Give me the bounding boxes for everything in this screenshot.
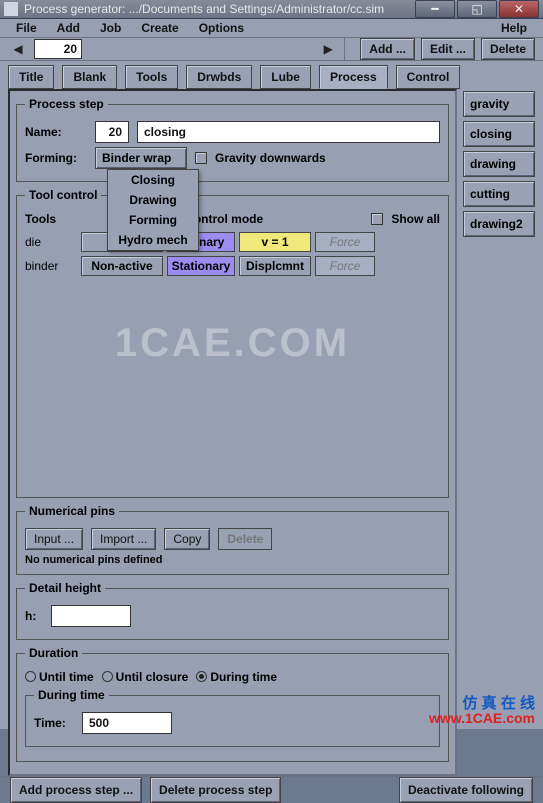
brand-overlay: 仿 真 在 线 www.1CAE.com (429, 697, 535, 725)
menu-help[interactable]: Help (491, 19, 537, 37)
pins-delete-button[interactable]: Delete (218, 528, 272, 550)
tab-process[interactable]: Process (319, 65, 388, 89)
add-process-step-button[interactable]: Add process step ... (10, 777, 142, 803)
h-label: h: (25, 609, 43, 623)
delete-step-button[interactable]: Delete (481, 38, 535, 60)
menu-job[interactable]: Job (90, 19, 131, 37)
menu-options[interactable]: Options (189, 19, 254, 37)
menu-add[interactable]: Add (47, 19, 90, 37)
tab-tools[interactable]: Tools (125, 65, 178, 89)
binder-col4[interactable]: Force (315, 256, 375, 276)
time-label: Time: (34, 716, 74, 730)
process-step-group: Process step Name: 20 closing Forming: B… (16, 97, 449, 182)
forming-label: Forming: (25, 151, 87, 165)
brand-cn: 仿 真 在 线 (429, 697, 535, 711)
radio-during-time[interactable]: During time (196, 670, 277, 684)
step-cutting[interactable]: cutting (463, 181, 535, 207)
brand-url: www.1CAE.com (429, 711, 535, 725)
duration-legend: Duration (25, 646, 82, 660)
minimize-button[interactable]: ━ (415, 0, 455, 18)
tool-control-group: Tool control Tools Control mode Show all… (16, 188, 449, 498)
numerical-pins-legend: Numerical pins (25, 504, 119, 518)
next-step-button[interactable]: ▶ (318, 39, 338, 59)
pins-import-button[interactable]: Import ... (91, 528, 156, 550)
during-time-legend: During time (34, 688, 109, 702)
tab-blank[interactable]: Blank (62, 65, 117, 89)
tool-control-legend: Tool control (25, 188, 101, 202)
tab-title[interactable]: Title (8, 65, 54, 89)
footer: Add process step ... Delete process step… (0, 776, 543, 803)
tab-control[interactable]: Control (396, 65, 461, 89)
tools-header: Tools (25, 212, 77, 226)
forming-option-drawing[interactable]: Drawing (108, 190, 198, 210)
during-time-subgroup: During time Time: 500 (25, 688, 440, 747)
maximize-button[interactable]: ◱ (457, 0, 497, 18)
die-col4[interactable]: Force (315, 232, 375, 252)
step-drawing[interactable]: drawing (463, 151, 535, 177)
forming-dropdown: Closing Drawing Forming Hydro mech (107, 169, 199, 251)
pins-copy-button[interactable]: Copy (164, 528, 210, 550)
tab-bar: Title Blank Tools Drwbds Lube Process Co… (0, 61, 543, 89)
forming-option-hydromech[interactable]: Hydro mech (108, 230, 198, 250)
forming-combo[interactable]: Binder wrap (95, 147, 187, 169)
add-step-button[interactable]: Add ... (360, 38, 415, 60)
show-all-label: Show all (391, 212, 440, 226)
menu-create[interactable]: Create (131, 19, 188, 37)
pins-status: No numerical pins defined (25, 554, 440, 566)
process-step-legend: Process step (25, 97, 108, 111)
name-label: Name: (25, 125, 87, 139)
body: Process step Name: 20 closing Forming: B… (0, 89, 543, 776)
gravity-checkbox[interactable] (195, 152, 207, 164)
tab-lube[interactable]: Lube (260, 65, 311, 89)
app-icon (4, 2, 18, 16)
menu-file[interactable]: File (6, 19, 47, 37)
tool-grid: die No ationary v = 1 Force binder Non-a… (25, 232, 440, 276)
step-number-input[interactable]: 20 (95, 121, 129, 143)
detail-height-group: Detail height h: (16, 581, 449, 640)
pins-input-button[interactable]: Input ... (25, 528, 83, 550)
forming-option-forming[interactable]: Forming (108, 210, 198, 230)
die-col3[interactable]: v = 1 (239, 232, 311, 252)
window-buttons: ━ ◱ ✕ (415, 0, 539, 18)
duration-group: Duration Until time Until closure During… (16, 646, 449, 762)
step-toolbar: ◀ 20 ▶ Add ... Edit ... Delete (0, 38, 543, 61)
deactivate-following-button[interactable]: Deactivate following (399, 777, 533, 803)
step-closing[interactable]: closing (463, 121, 535, 147)
close-button[interactable]: ✕ (499, 0, 539, 18)
prev-step-button[interactable]: ◀ (8, 39, 28, 59)
binder-col3[interactable]: Displcmnt (239, 256, 311, 276)
gravity-label: Gravity downwards (215, 151, 326, 165)
window-title: Process generator: .../Documents and Set… (24, 2, 415, 16)
detail-height-legend: Detail height (25, 581, 105, 595)
h-input[interactable] (51, 605, 131, 627)
process-panel: Process step Name: 20 closing Forming: B… (8, 89, 457, 776)
binder-col1[interactable]: Non-active (81, 256, 163, 276)
radio-until-closure[interactable]: Until closure (102, 670, 189, 684)
window: Process generator: .../Documents and Set… (0, 0, 543, 729)
binder-col2[interactable]: Stationary (167, 256, 235, 276)
step-number-field[interactable]: 20 (34, 39, 82, 59)
tool-row-die-label: die (25, 235, 77, 249)
menubar: File Add Job Create Options Help (0, 19, 543, 38)
step-name-input[interactable]: closing (137, 121, 440, 143)
radio-until-time[interactable]: Until time (25, 670, 94, 684)
step-list: gravity closing drawing cutting drawing2 (463, 89, 535, 776)
forming-option-closing[interactable]: Closing (108, 170, 198, 190)
step-drawing2[interactable]: drawing2 (463, 211, 535, 237)
step-gravity[interactable]: gravity (463, 91, 535, 117)
tab-drwbds[interactable]: Drwbds (186, 65, 252, 89)
tool-row-binder-label: binder (25, 259, 77, 273)
edit-step-button[interactable]: Edit ... (421, 38, 475, 60)
show-all-checkbox[interactable] (371, 213, 383, 225)
time-input[interactable]: 500 (82, 712, 172, 734)
numerical-pins-group: Numerical pins Input ... Import ... Copy… (16, 504, 449, 575)
titlebar: Process generator: .../Documents and Set… (0, 0, 543, 19)
delete-process-step-button[interactable]: Delete process step (150, 777, 281, 803)
